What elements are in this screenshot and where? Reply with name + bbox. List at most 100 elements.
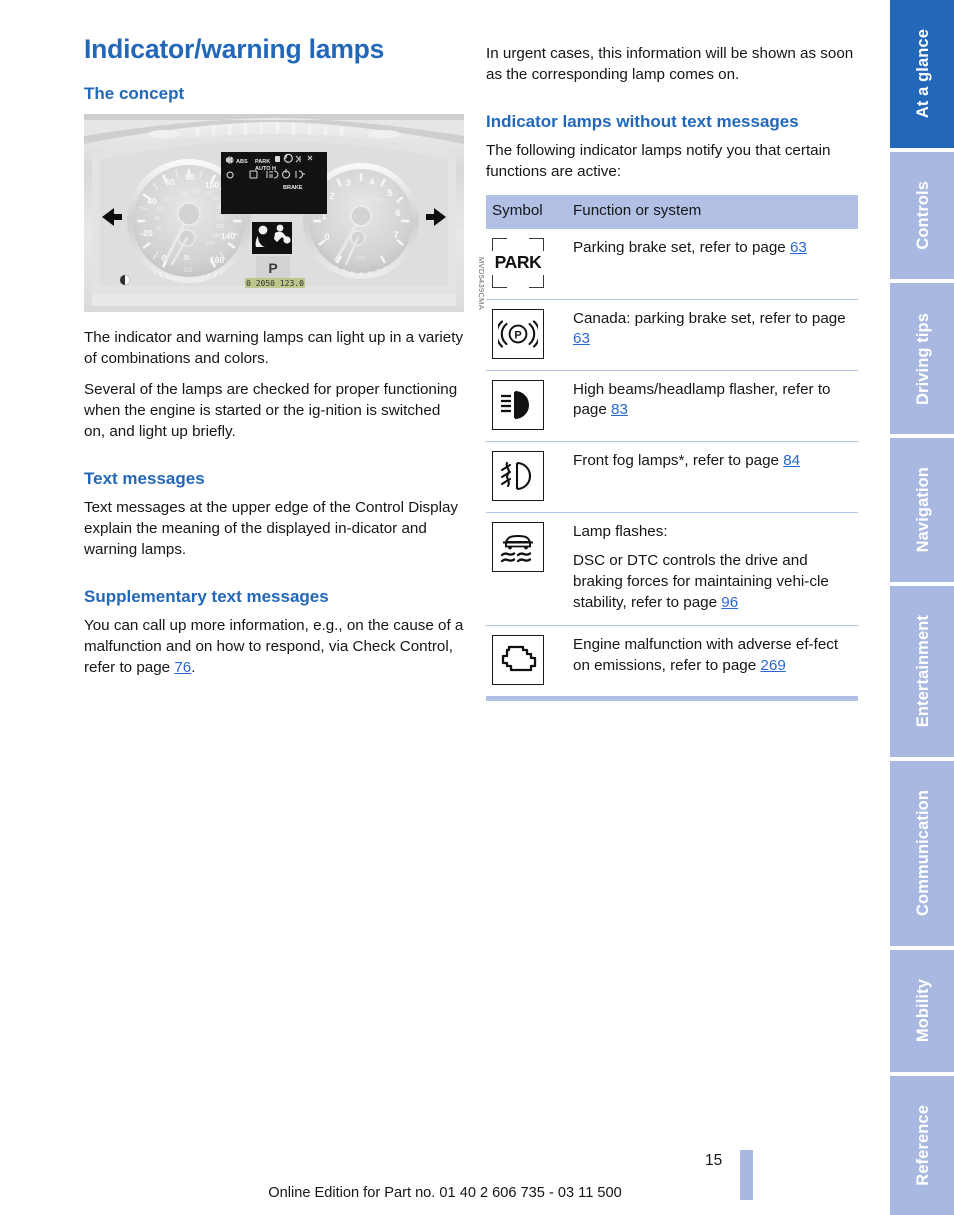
right-column: In urgent cases, this information will b… <box>486 44 858 702</box>
sidebar-tab-controls[interactable]: Controls <box>890 151 954 280</box>
text-messages-paragraph: Text messages at the upper edge of the C… <box>84 499 458 559</box>
page-link-63[interactable]: 63 <box>573 330 590 347</box>
park-brake-canada-icon: P <box>492 308 544 359</box>
symbol-cell: PARK <box>486 229 564 300</box>
svg-text:260: 260 <box>206 241 215 247</box>
svg-text:140: 140 <box>221 231 235 241</box>
table-row: Engine malfunction with adverse ef-fect … <box>486 626 858 699</box>
svg-text:20: 20 <box>156 226 162 232</box>
column-header-symbol: Symbol <box>486 195 564 229</box>
page-link-83[interactable]: 83 <box>611 401 628 418</box>
table-head: Symbol Function or system <box>486 195 858 229</box>
figure-credit: MVD5439CMA <box>477 256 486 310</box>
concept-paragraph-1: The indicator and warning lamps can ligh… <box>84 328 464 367</box>
page-number: 15 <box>705 1152 723 1169</box>
svg-text:4: 4 <box>369 177 375 188</box>
function-text: Engine malfunction with adverse ef-fect … <box>573 636 839 675</box>
svg-text:1/2: 1/2 <box>184 268 193 274</box>
function-cell: High beams/headlamp flasher, refer to pa… <box>564 370 858 441</box>
sidebar-tab-communication[interactable]: Communication <box>890 761 954 946</box>
page-link-269[interactable]: 269 <box>760 657 785 674</box>
function-cell: Canada: parking brake set, refer to page… <box>564 299 858 370</box>
left-column: Indicator/warning lamps The concept 60 8… <box>84 34 486 679</box>
symbol-cell <box>486 512 564 626</box>
svg-text:200: 200 <box>217 215 226 221</box>
sidebar-tab-label: Navigation <box>913 467 932 553</box>
svg-text:80: 80 <box>185 172 195 182</box>
function-text: DSC or DTC controls the drive and brakin… <box>573 552 829 612</box>
symbol-cell <box>486 441 564 512</box>
svg-text:7: 7 <box>393 230 398 241</box>
sidebar-tab-navigation[interactable]: Navigation <box>890 437 954 583</box>
supplementary-text-before: You can call up more information, e.g., … <box>84 617 464 677</box>
heading-indicator-lamps-without-text-messages: Indicator lamps without text messages <box>486 111 799 131</box>
svg-text:P: P <box>514 329 521 341</box>
supplementary-paragraph: You can call up more information, e.g., … <box>84 616 464 679</box>
page-link-84[interactable]: 84 <box>783 452 800 469</box>
function-cell: Lamp flashes: DSC or DTC controls the dr… <box>564 512 858 626</box>
page-link-96[interactable]: 96 <box>721 594 738 611</box>
svg-text:60: 60 <box>165 177 175 187</box>
svg-text:60: 60 <box>157 206 163 212</box>
dsc-dtc-skid-icon <box>492 521 544 572</box>
svg-text:240: 240 <box>212 233 221 239</box>
svg-text:40: 40 <box>154 216 160 222</box>
supplementary-text-after: . <box>191 659 196 677</box>
front-fog-lamp-glyph <box>500 461 532 490</box>
sidebar-tab-entertainment[interactable]: Entertainment <box>890 586 954 758</box>
function-text: Canada: parking brake set, refer to page <box>573 309 846 327</box>
symbol-cell <box>486 370 564 441</box>
corner-bracket-bottom-right <box>529 274 544 288</box>
front-fog-lamp-icon <box>492 450 544 501</box>
function-line: Canada: parking brake set, refer to page… <box>573 309 854 351</box>
table-row: Front fog lamps*, refer to page 84 <box>486 441 858 512</box>
svg-text:20: 20 <box>143 228 153 238</box>
function-line: Engine malfunction with adverse ef-fect … <box>573 635 854 677</box>
sidebar-tab-reference[interactable]: Reference <box>890 1075 954 1215</box>
function-cell: Front fog lamps*, refer to page 84 <box>564 441 858 512</box>
page-link-76[interactable]: 76 <box>174 659 191 676</box>
svg-text:5: 5 <box>387 188 393 199</box>
sidebar-tab-mobility[interactable]: Mobility <box>890 949 954 1072</box>
function-line: High beams/headlamp flasher, refer to pa… <box>573 380 854 422</box>
sidebar-tab-label: Reference <box>913 1104 932 1186</box>
svg-text:1/min x 1000: 1/min x 1000 <box>355 198 384 204</box>
sidebar-tab-label: Communication <box>913 790 932 917</box>
page-link-63[interactable]: 63 <box>790 239 807 256</box>
engine-malfunction-icon <box>492 635 544 686</box>
heading-the-concept: The concept <box>84 84 185 104</box>
park-icon-label: PARK <box>494 252 542 272</box>
sidebar-tab-at-a-glance[interactable]: At a glance <box>890 0 954 148</box>
indicator-lamps-intro: The following indicator lamps notify you… <box>486 142 831 181</box>
svg-text:3: 3 <box>345 178 350 189</box>
svg-text:0 2050 123.0: 0 2050 123.0 <box>246 279 304 288</box>
dsc-dtc-skid-glyph <box>500 534 533 562</box>
sidebar-tab-driving-tips[interactable]: Driving tips <box>890 283 954 434</box>
urgent-cases-paragraph: In urgent cases, this information will b… <box>486 45 854 83</box>
svg-text:100: 100 <box>205 180 219 190</box>
park-brake-canada-glyph: P <box>498 319 538 348</box>
heading-text-messages: Text messages <box>84 468 205 488</box>
engine-malfunction-glyph <box>501 646 537 672</box>
symbol-cell: P <box>486 299 564 370</box>
instrument-cluster-image: 60 80 100 40 120 20 140 0 160 100 120 14… <box>84 113 464 312</box>
function-cell: Parking brake set, refer to page 63 <box>564 229 858 300</box>
svg-text:120: 120 <box>192 189 201 195</box>
table-header-row: Symbol Function or system <box>486 195 858 229</box>
high-beam-icon <box>492 379 544 430</box>
svg-text:AUTO H: AUTO H <box>255 166 276 172</box>
table-body: PARK Parking brake set, refer to page 63… <box>486 229 858 699</box>
table-row: PARK Parking brake set, refer to page 63 <box>486 229 858 300</box>
column-header-function: Function or system <box>564 195 858 229</box>
footer-text: Online Edition for Part no. 01 40 2 606 … <box>268 1185 622 1201</box>
symbol-cell <box>486 626 564 699</box>
svg-text:160: 160 <box>210 255 224 265</box>
table-row: P Canada: parking brake set, refer to pa… <box>486 299 858 370</box>
svg-text:160: 160 <box>211 196 220 202</box>
svg-text:0: 0 <box>324 232 329 243</box>
svg-text:40: 40 <box>147 196 157 206</box>
indicator-lamp-table: Symbol Function or system PARK Parking b… <box>486 195 858 702</box>
function-line: Front fog lamps*, refer to page 84 <box>573 451 854 472</box>
table-row: Lamp flashes: DSC or DTC controls the dr… <box>486 512 858 626</box>
function-cell: Engine malfunction with adverse ef-fect … <box>564 626 858 699</box>
